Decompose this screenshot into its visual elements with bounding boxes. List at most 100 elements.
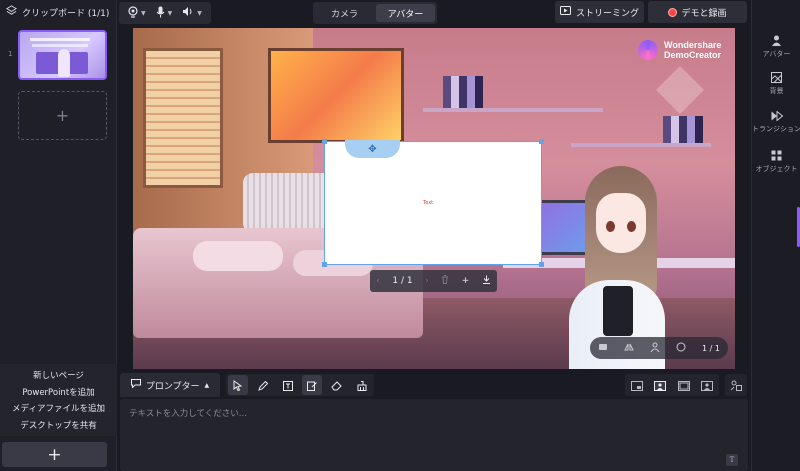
- add-page-icon[interactable]: +: [462, 276, 470, 286]
- download-icon[interactable]: [482, 275, 491, 287]
- add-slide-placeholder[interactable]: +: [18, 91, 107, 140]
- rail-label-transition: トランジション: [752, 125, 800, 133]
- clipboard-header[interactable]: クリップボード (1/1): [0, 0, 116, 24]
- chevron-right-icon[interactable]: ›: [425, 276, 429, 286]
- thumbnail-avatar: [58, 49, 70, 77]
- tab-avatar[interactable]: アバター: [376, 4, 435, 22]
- avatar-frame-icon[interactable]: [676, 342, 686, 354]
- whiteboard-panel[interactable]: ✥ Text: [322, 139, 544, 267]
- background-diamond: [655, 65, 705, 115]
- object-icon: [771, 150, 782, 161]
- eraser-tool[interactable]: [327, 375, 347, 395]
- prompter-placeholder: テキストを入力してください...: [129, 409, 247, 419]
- note-edit-icon: [307, 376, 318, 395]
- layout-fullscreen-icon[interactable]: [677, 376, 690, 395]
- layout-avatar-screen-icon[interactable]: [654, 376, 667, 395]
- transition-icon: [771, 111, 783, 121]
- gesture-icon[interactable]: [598, 342, 608, 354]
- add-button[interactable]: +: [2, 442, 107, 467]
- resize-handle[interactable]: [322, 262, 327, 267]
- chevron-down-icon: ▼: [167, 9, 173, 17]
- prompter-toolbar: プロンプター ▲: [120, 373, 748, 397]
- chevron-down-icon: ▼: [141, 9, 146, 17]
- slide-number: 1: [8, 50, 13, 58]
- rail-item-background[interactable]: 背景: [752, 72, 800, 96]
- layout-avatar-only-icon[interactable]: [701, 376, 714, 395]
- microphone-dropdown[interactable]: ▼: [152, 6, 177, 21]
- pen-tool[interactable]: [253, 375, 273, 395]
- broom-icon: [357, 376, 367, 395]
- clipboard-sidebar: クリップボード (1/1) 1 + 新しいページ PowerPointを追加 メ…: [0, 0, 117, 471]
- rail-item-avatar[interactable]: アバター: [752, 35, 800, 59]
- record-icon: [668, 7, 678, 17]
- watermark-logo: Wondershare DemoCreator: [638, 40, 721, 60]
- trash-icon[interactable]: [441, 275, 449, 287]
- menu-item-add-powerpoint[interactable]: PowerPointを追加: [22, 386, 94, 398]
- layout-settings-icon: [730, 376, 742, 395]
- record-label: デモと録画: [681, 8, 727, 19]
- speaker-dropdown[interactable]: ▼: [178, 6, 206, 20]
- rail-item-object[interactable]: オブジェクト: [752, 150, 800, 174]
- thumbnail-caption: [32, 44, 88, 47]
- record-button[interactable]: デモと録画: [648, 1, 747, 23]
- avatar-icon: [771, 35, 782, 46]
- layout-tools: [625, 374, 719, 396]
- tab-camera[interactable]: カメラ: [315, 4, 374, 22]
- clipboard-title: クリップボード (1/1): [22, 8, 110, 19]
- stage-canvas[interactable]: Wondershare DemoCreator 1 / 1 ✥ Text ‹ 1…: [133, 28, 735, 369]
- chevron-up-icon: ▲: [204, 381, 210, 389]
- resize-handle[interactable]: [322, 139, 327, 144]
- background-books: [663, 116, 703, 143]
- resize-handle[interactable]: [539, 139, 544, 144]
- rail-label-avatar: アバター: [762, 50, 791, 58]
- add-menu: 新しいページ PowerPointを追加 メディアファイルを追加 デスクトップを…: [0, 364, 117, 436]
- avatar-page-indicator: 1 / 1: [702, 343, 720, 353]
- move-handle[interactable]: ✥: [345, 140, 400, 158]
- whiteboard-text[interactable]: Text: [423, 200, 433, 206]
- prompter-text-area[interactable]: テキストを入力してください... T: [120, 399, 748, 471]
- slide-thumbnail[interactable]: [18, 30, 107, 80]
- layout-more-button[interactable]: [725, 374, 747, 396]
- thumbnail-title-bar: [30, 38, 90, 41]
- device-toolbar: ▼ ▼ ▼: [119, 2, 211, 24]
- menu-item-add-media-file[interactable]: メディアファイルを追加: [12, 402, 105, 414]
- mirror-icon[interactable]: [624, 342, 634, 354]
- text-tool[interactable]: [278, 375, 298, 395]
- rail-label-object: オブジェクト: [755, 165, 798, 173]
- text-style-button[interactable]: T: [726, 454, 738, 466]
- resize-handle[interactable]: [539, 262, 544, 267]
- rail-label-background: 背景: [769, 87, 784, 95]
- camera-select-dropdown[interactable]: ▼: [124, 5, 150, 21]
- note-tool[interactable]: [302, 375, 323, 395]
- prompter-label: プロンプター: [145, 381, 200, 392]
- prompter-toggle[interactable]: プロンプター ▲: [120, 373, 220, 397]
- clear-tool[interactable]: [352, 375, 372, 395]
- avatar-top: [603, 286, 633, 336]
- pointer-icon: [233, 376, 243, 395]
- rail-item-transition[interactable]: トランジション: [752, 111, 800, 134]
- menu-item-new-page[interactable]: 新しいページ: [33, 369, 84, 381]
- pen-icon: [258, 376, 269, 395]
- watermark-text: Wondershare DemoCreator: [664, 40, 721, 60]
- background-window: [143, 48, 223, 188]
- chevron-left-icon[interactable]: ‹: [376, 276, 380, 286]
- microphone-icon: [156, 6, 165, 21]
- eraser-icon: [331, 376, 343, 395]
- speaker-icon: [182, 6, 194, 20]
- watermark-line2: DemoCreator: [664, 50, 722, 60]
- streaming-button[interactable]: ストリーミング: [555, 1, 644, 23]
- layout-screen-only-icon[interactable]: [630, 376, 643, 395]
- move-icon: ✥: [368, 143, 377, 155]
- camera-select-icon: [128, 5, 138, 21]
- chat-icon: [130, 379, 141, 391]
- streaming-icon: [559, 6, 571, 18]
- democreator-logo-icon: [638, 40, 658, 60]
- pointer-tool[interactable]: [228, 375, 249, 395]
- menu-item-share-desktop[interactable]: デスクトップを共有: [20, 419, 97, 431]
- background-shelf: [571, 143, 711, 147]
- background-icon: [771, 72, 782, 83]
- avatar-controls: 1 / 1: [590, 337, 728, 359]
- avatar-swap-icon[interactable]: [650, 342, 660, 354]
- avatar-eye: [606, 221, 615, 232]
- layers-icon: [6, 5, 17, 19]
